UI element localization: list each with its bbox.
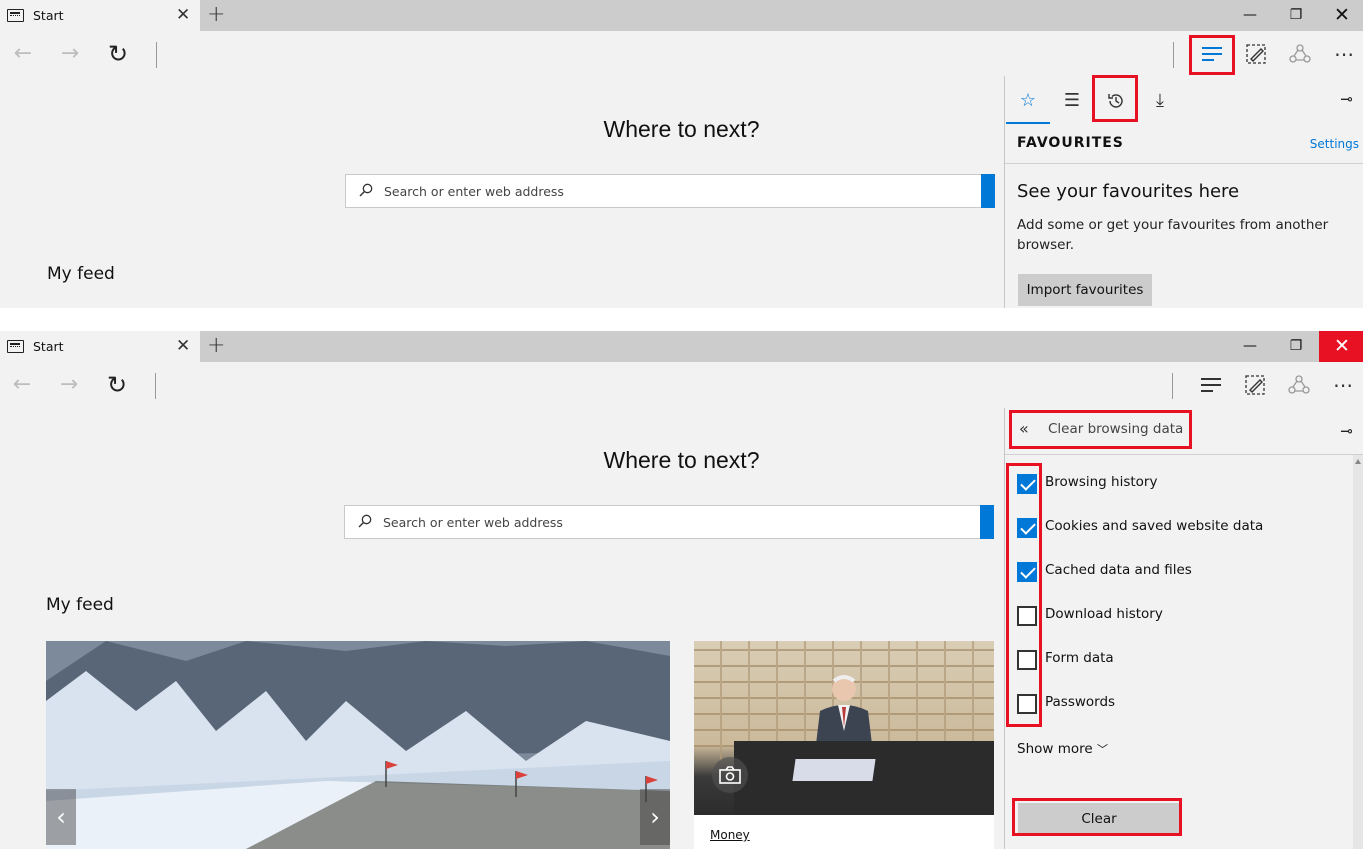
tab-strip: Start ✕ + — ❐ ✕ (0, 331, 1363, 362)
hub-icon[interactable] (1194, 37, 1230, 71)
new-tab-plus-icon[interactable]: + (207, 333, 225, 359)
favourites-title: FAVOURITES (1017, 135, 1124, 151)
minimize-button[interactable]: — (1227, 331, 1273, 362)
search-go-button[interactable] (980, 505, 994, 539)
pen-note-icon[interactable] (1238, 37, 1274, 71)
browser-window-top: Start ✕ + — ❐ ✕ ← → ↻ ⋯ Where to next? M… (0, 0, 1363, 308)
new-tab-plus-icon[interactable]: + (207, 2, 225, 28)
camera-icon (712, 757, 748, 793)
tab-strip: Start ✕ + — ❐ ✕ (0, 0, 1363, 31)
history-icon[interactable] (1094, 84, 1138, 118)
feed-card-mountain[interactable]: ‹ › (46, 641, 670, 849)
tab-start[interactable]: Start ✕ (0, 331, 200, 362)
more-dots-icon[interactable]: ⋯ (1326, 37, 1362, 71)
checkbox[interactable] (1017, 694, 1037, 714)
clear-panel-title: Clear browsing data (1048, 421, 1184, 437)
window-close-button[interactable]: ✕ (1319, 0, 1363, 31)
carousel-prev-chevron-icon[interactable]: ‹ (46, 789, 76, 845)
carousel-next-chevron-icon[interactable]: › (640, 789, 670, 845)
money-photo (694, 641, 994, 815)
pen-note-icon[interactable] (1237, 368, 1273, 402)
hub-icon[interactable] (1193, 368, 1229, 402)
star-icon[interactable]: ☆ (1006, 84, 1050, 124)
checkbox[interactable] (1017, 518, 1037, 538)
pin-icon[interactable]: ⊸ (1340, 90, 1353, 108)
double-chevron-left-icon[interactable]: « (1019, 419, 1029, 438)
search-box[interactable] (344, 505, 994, 539)
more-dots-icon[interactable]: ⋯ (1325, 368, 1361, 402)
tab-title: Start (33, 339, 64, 354)
clear-browsing-data-panel: « Clear browsing data ⊸ Browsing history… (1004, 408, 1363, 849)
browser-window-bottom: Start ✕ + — ❐ ✕ ← → ↻ ⋯ Where to next? M… (0, 331, 1363, 849)
hub-divider (1005, 454, 1363, 455)
option-label: Form data (1045, 650, 1114, 666)
favourites-description: Add some or get your favourites from ano… (1017, 217, 1329, 253)
download-icon[interactable]: ⤓ (1138, 84, 1182, 118)
favourites-headline: See your favourites here (1017, 181, 1240, 202)
feed-card-money[interactable]: Money (694, 641, 994, 849)
address-toolbar: ← → ↻ ⋯ (0, 31, 1363, 77)
tab-title: Start (33, 8, 64, 23)
hub-tabs: ☆ ☰ ⤓ ⊸ (1005, 76, 1363, 124)
pin-icon[interactable]: ⊸ (1340, 422, 1353, 440)
forward-arrow-icon[interactable]: → (54, 370, 84, 400)
checkbox[interactable] (1017, 606, 1037, 626)
checkbox[interactable] (1017, 650, 1037, 670)
refresh-icon[interactable]: ↻ (103, 39, 133, 69)
close-tab-icon[interactable]: ✕ (176, 5, 190, 25)
search-icon (359, 183, 373, 197)
settings-link[interactable]: Settings (1310, 137, 1359, 151)
my-feed-label: My feed (47, 264, 115, 284)
search-go-button[interactable] (981, 174, 995, 208)
search-icon (358, 514, 372, 528)
tab-start[interactable]: Start ✕ (0, 0, 200, 31)
show-more-label: Show more (1017, 741, 1093, 757)
toolbar-separator (1172, 373, 1173, 399)
search-input[interactable] (383, 506, 973, 538)
minimize-button[interactable]: — (1227, 0, 1273, 31)
window-close-button[interactable]: ✕ (1319, 331, 1363, 362)
toolbar-separator (155, 373, 156, 399)
option-label: Cached data and files (1045, 562, 1192, 578)
search-input[interactable] (384, 175, 974, 207)
hub-divider (1005, 163, 1363, 164)
share-icon[interactable] (1281, 368, 1317, 402)
clear-button[interactable]: Clear (1018, 803, 1180, 835)
mountain-photo (46, 641, 670, 849)
search-box[interactable] (345, 174, 995, 208)
toolbar-separator (1173, 42, 1174, 68)
share-icon[interactable] (1282, 37, 1318, 71)
browser-page-icon (7, 340, 24, 353)
checkbox[interactable] (1017, 474, 1037, 494)
option-label: Browsing history (1045, 474, 1158, 490)
option-label: Download history (1045, 606, 1163, 622)
panel-scrollbar[interactable] (1353, 455, 1363, 849)
option-label: Cookies and saved website data (1045, 518, 1264, 534)
show-more-link[interactable]: Show more ﹀ (1017, 741, 1108, 757)
checkbox[interactable] (1017, 562, 1037, 582)
close-tab-icon[interactable]: ✕ (176, 336, 190, 356)
option-label: Passwords (1045, 694, 1116, 710)
chevron-down-icon: ﹀ (1096, 743, 1108, 756)
reading-list-icon[interactable]: ☰ (1050, 84, 1094, 118)
hub-favourites-panel: ☆ ☰ ⤓ ⊸ FAVOURITES Settings See your fav… (1004, 76, 1363, 308)
browser-page-icon (7, 9, 24, 22)
my-feed-label: My feed (46, 595, 114, 615)
back-arrow-icon[interactable]: ← (8, 39, 38, 69)
address-toolbar: ← → ↻ ⋯ (0, 362, 1363, 408)
toolbar-separator (156, 42, 157, 68)
forward-arrow-icon[interactable]: → (55, 39, 85, 69)
restore-button[interactable]: ❐ (1273, 331, 1319, 362)
back-arrow-icon[interactable]: ← (7, 370, 37, 400)
money-card-label[interactable]: Money (710, 828, 750, 842)
restore-button[interactable]: ❐ (1273, 0, 1319, 31)
import-favourites-button[interactable]: Import favourites (1018, 274, 1152, 306)
refresh-icon[interactable]: ↻ (102, 370, 132, 400)
